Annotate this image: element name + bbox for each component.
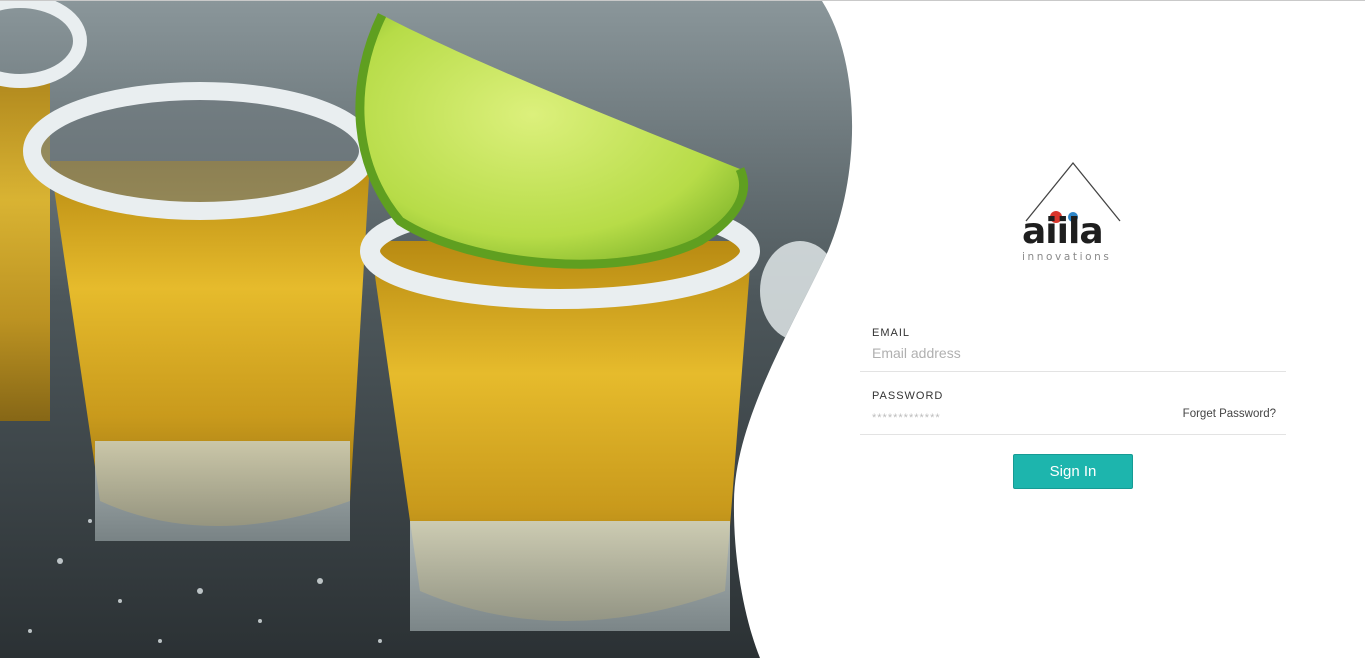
email-label: EMAIL bbox=[872, 327, 911, 339]
forgot-password-link[interactable]: Forget Password? bbox=[1183, 408, 1276, 420]
brand-name: aiila bbox=[1022, 211, 1104, 252]
login-form: EMAIL PASSWORD Forget Password? Sign In bbox=[860, 319, 1286, 489]
email-input[interactable] bbox=[872, 343, 1162, 363]
sign-in-button[interactable]: Sign In bbox=[1013, 454, 1133, 489]
brand-subtitle: innovations bbox=[1022, 251, 1112, 263]
password-field: PASSWORD Forget Password? bbox=[860, 382, 1286, 435]
email-field: EMAIL bbox=[860, 319, 1286, 372]
hero-image bbox=[0, 1, 860, 658]
brand-logo: aiila innovations bbox=[1010, 159, 1136, 269]
password-label: PASSWORD bbox=[872, 390, 944, 402]
password-input[interactable] bbox=[872, 406, 1162, 426]
